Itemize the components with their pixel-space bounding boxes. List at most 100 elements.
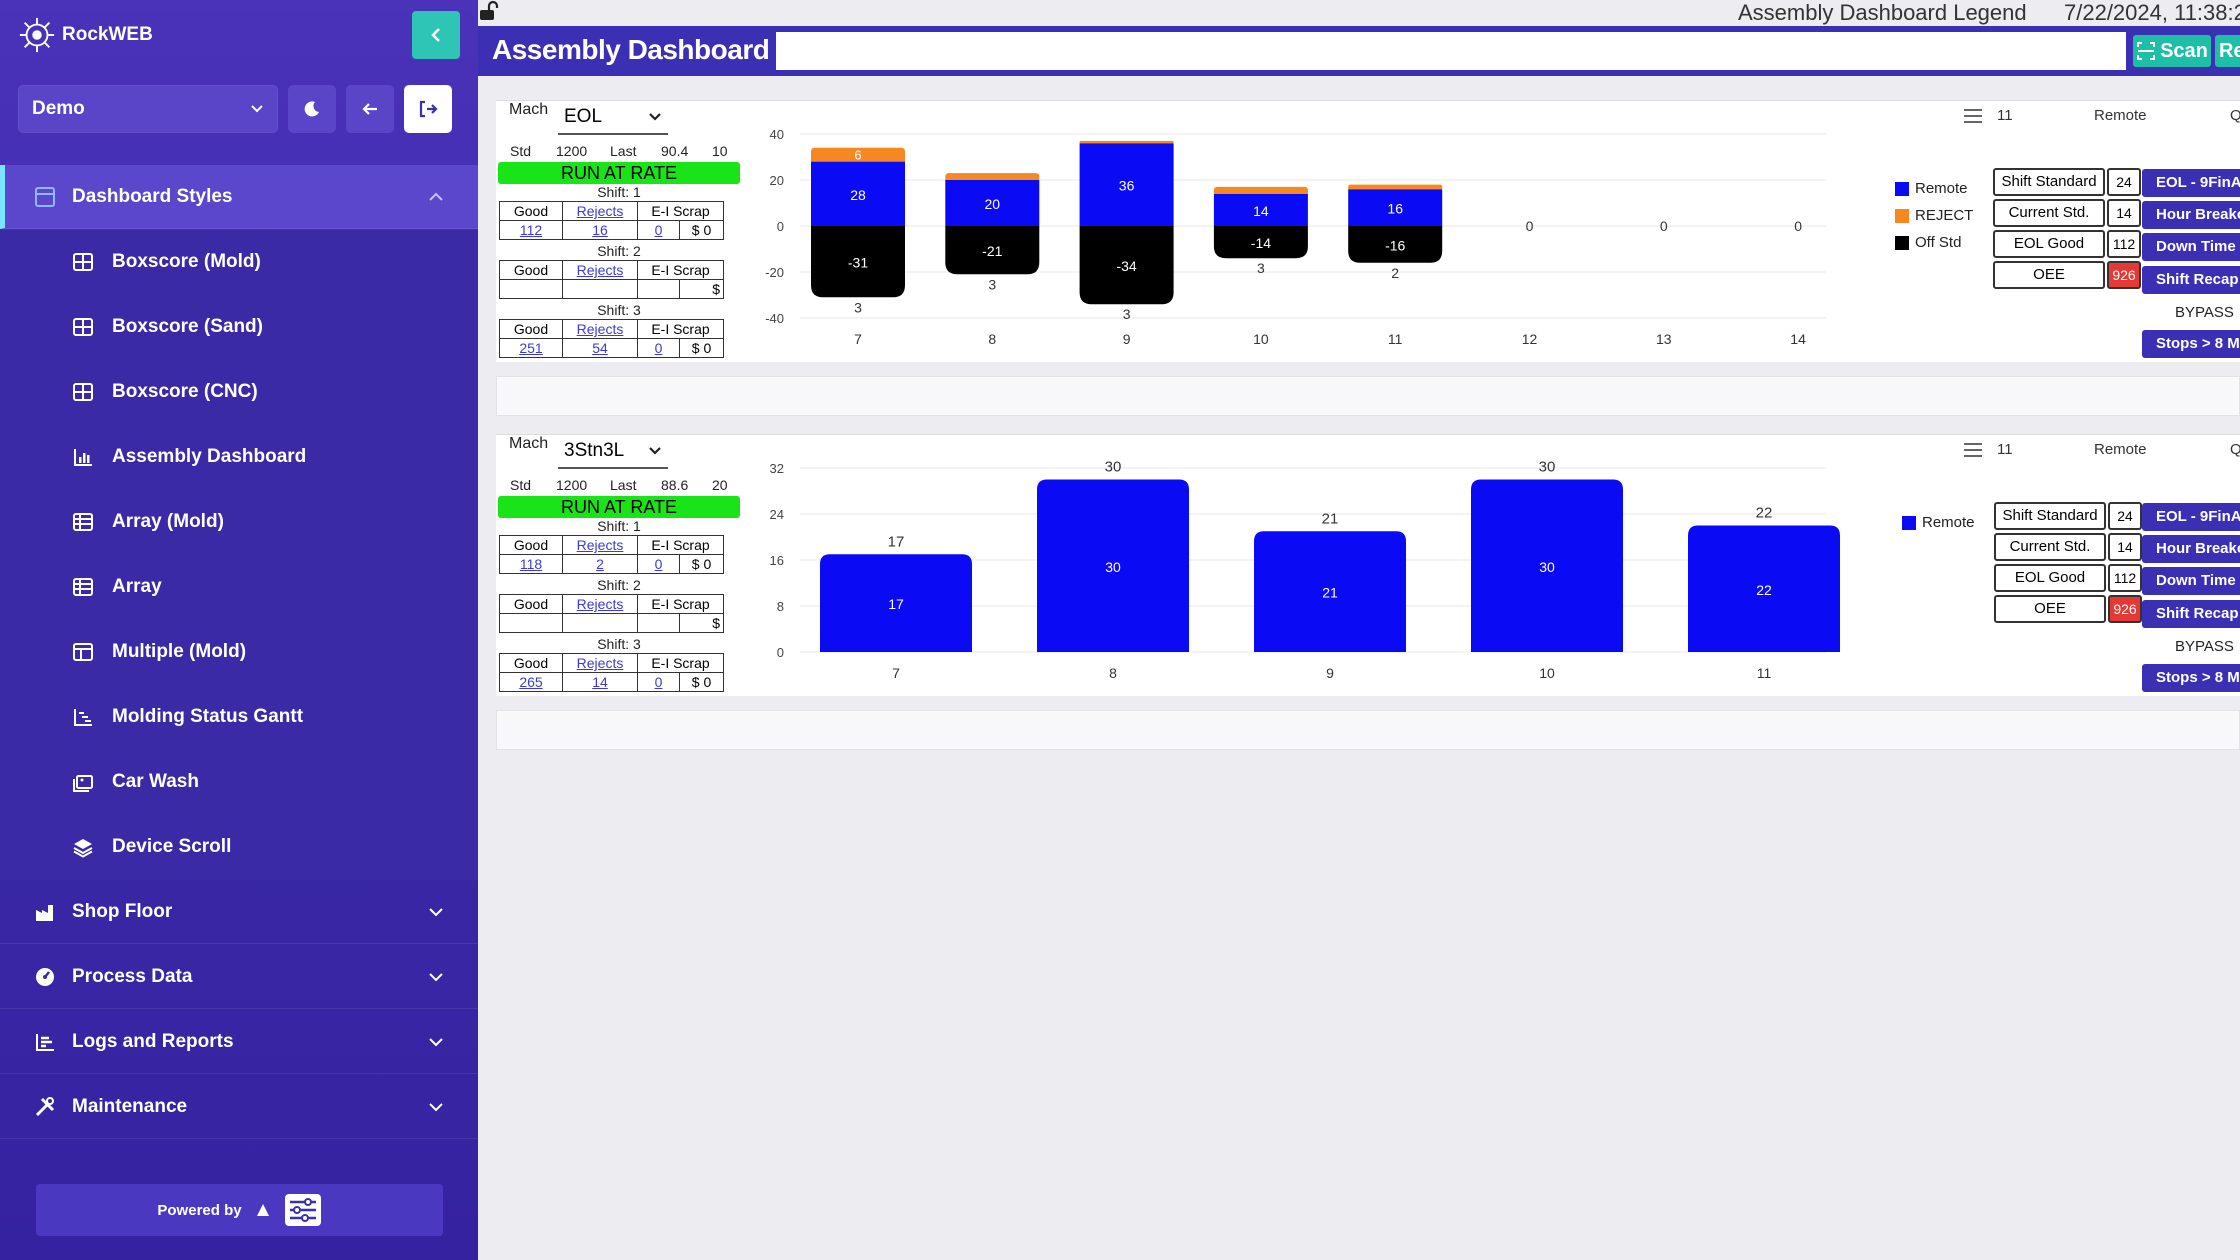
x-tick-label: 8 [1109,665,1117,681]
hour-breakout-button[interactable]: Hour Breako [2142,201,2240,229]
rejects-value [562,613,638,633]
sidebar-item-boxscore-mold[interactable]: Boxscore (Mold) [72,242,261,282]
collapse-sidebar-button[interactable] [412,11,460,59]
sidebar-item-label: Car Wash [112,771,199,792]
bar-reject-label: 6 [854,148,861,163]
rejects-link[interactable]: Rejects [562,319,638,339]
header-remote: Remote [2094,441,2147,458]
scrap-value[interactable]: 0 [637,554,680,574]
rejects-link[interactable]: Rejects [562,594,638,614]
menu-icon[interactable] [1962,440,1984,460]
good-value[interactable]: 265 [499,672,563,692]
sidebar-item-assembly-dashboard[interactable]: Assembly Dashboard [72,437,306,477]
re-button[interactable]: Re [2215,35,2240,67]
std-label: Std [510,143,532,159]
rejects-value[interactable]: 14 [562,672,638,692]
dark-mode-button[interactable] [288,85,336,133]
machine-select[interactable]: EOL [558,101,668,135]
chevron-down-icon [649,113,661,121]
good-value[interactable]: 118 [499,554,563,574]
menu-dashboard-styles[interactable]: Dashboard Styles [0,165,478,229]
bar-remote-label: 20 [985,196,1001,212]
col-header-good: Good [499,653,563,673]
scrap-value[interactable]: 0 [637,338,680,358]
machine-select[interactable]: 3Stn3L [558,435,668,469]
hour-breakout-button[interactable]: Hour Breako [2142,535,2240,563]
sidebar-item-array-mold[interactable]: Array (Mold) [72,502,224,542]
brand-logo[interactable]: RockWEB [18,17,153,53]
factory-icon [36,904,53,921]
bar-offstd-label: -21 [982,243,1002,259]
y-tick-label: 0 [777,645,784,660]
bar-offstd-label: -16 [1385,237,1405,253]
unlock-icon[interactable] [478,0,500,22]
sidebar-item-multiple-mold[interactable]: Multiple (Mold) [72,632,246,672]
y-tick-label: 32 [770,461,784,476]
extra-value: 10 [712,143,728,159]
eol-button[interactable]: EOL - 9FinAs [2142,503,2240,531]
site-select[interactable]: Demo [18,85,278,133]
menu-shop-floor-label: Shop Floor [72,900,173,922]
bypass-label[interactable]: BYPASS [2175,304,2234,321]
scrap-value[interactable]: 0 [637,220,680,240]
rejects-value[interactable]: 2 [562,554,638,574]
table-icon [73,318,93,336]
sidebar-item-boxscore-cnc[interactable]: Boxscore (CNC) [72,372,258,412]
down-time-button[interactable]: Down Time [2142,567,2240,595]
bar-offstd-label: -34 [1116,258,1136,274]
stops-button[interactable]: Stops > 8 Mi [2142,664,2240,692]
stops-button[interactable]: Stops > 8 Mi [2142,330,2240,358]
menu-shop-floor[interactable]: Shop Floor [0,880,478,944]
eol-button[interactable]: EOL - 9FinAs [2142,169,2240,197]
menu-process-data[interactable]: Process Data [0,945,478,1009]
sidebar-item-molding-status-gantt[interactable]: Molding Status Gantt [72,697,303,737]
status-badge: RUN AT RATE [498,162,740,184]
scan-button[interactable]: Scan [2133,35,2211,67]
datetime-display: 7/22/2024, 11:38:2 [2064,0,2240,25]
sidebar-item-label: Array [112,576,162,597]
page-title: Assembly Dashboard [492,34,770,65]
menu-icon[interactable] [1962,106,1984,126]
rejects-value[interactable]: 16 [562,220,638,240]
menu-logs-and-reports[interactable]: Logs and Reports [0,1010,478,1074]
rejects-link[interactable]: Rejects [562,653,638,673]
menu-maintenance[interactable]: Maintenance [0,1075,478,1139]
sidebar-item-car-wash[interactable]: Car Wash [72,762,199,802]
legend-label: Off Std [1915,234,1962,251]
bar-top-label: 22 [1756,505,1773,522]
good-value[interactable]: 251 [499,338,563,358]
x-tick-label: 11 [1388,331,1403,347]
y-tick-label: -40 [765,311,784,326]
y-tick-label: 0 [777,219,784,234]
shift-table: Good Rejects E-I Scrap 265 14 0 $ 0 [499,653,724,692]
rejects-link[interactable]: Rejects [562,260,638,280]
x-tick-label: 7 [892,665,900,681]
bar-remote-label: 14 [1253,203,1269,219]
shift-recap-button[interactable]: Shift Recap [2142,600,2240,628]
rejects-link[interactable]: Rejects [562,535,638,555]
scan-input[interactable] [776,32,2126,70]
logout-button[interactable] [404,85,452,133]
sidebar-item-array[interactable]: Array [72,567,162,607]
sidebar-item-label: Multiple (Mold) [112,641,247,662]
sliders-logo-icon [284,1194,321,1226]
money-value: $ 0 [679,672,724,692]
bar-below-label: 3 [1123,306,1131,322]
back-button[interactable] [346,85,394,133]
y-tick-label: 40 [770,127,784,142]
bar-offstd-label: -31 [848,255,868,271]
header-q: Q [2230,441,2240,458]
sidebar-item-device-scroll[interactable]: Device Scroll [72,827,231,867]
down-time-button[interactable]: Down Time [2142,233,2240,261]
scrap-value[interactable]: 0 [637,672,680,692]
rejects-link[interactable]: Rejects [562,201,638,221]
rejects-value [562,279,638,299]
kpi-eol-good-value: 112 [2107,230,2141,258]
good-value[interactable]: 112 [499,220,563,240]
rejects-value[interactable]: 54 [562,338,638,358]
bypass-label[interactable]: BYPASS [2175,638,2234,655]
legend-link[interactable]: Assembly Dashboard Legend [1738,0,2027,26]
sidebar-item-boxscore-sand[interactable]: Boxscore (Sand) [72,307,263,347]
shift-recap-button[interactable]: Shift Recap [2142,266,2240,294]
kpi-current-std: Current Std. [1994,533,2106,561]
